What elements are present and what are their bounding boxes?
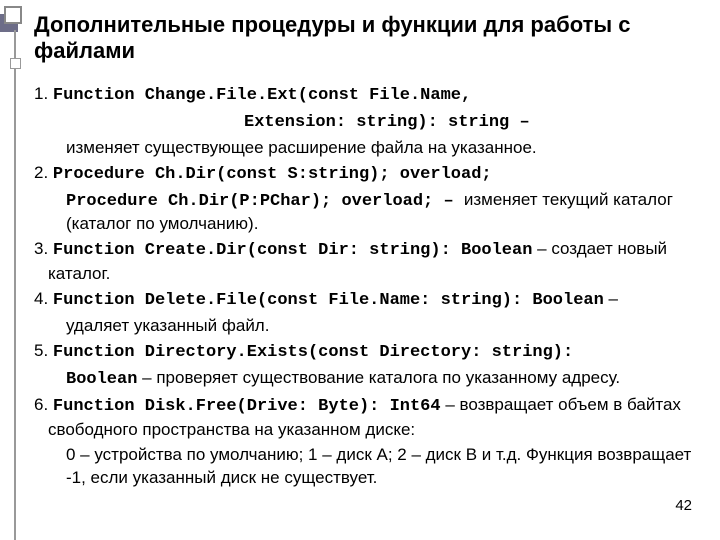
item-description: изменяет существующее расширение файла н… xyxy=(34,137,700,160)
dash: – xyxy=(433,192,464,211)
item-description: удаляет указанный файл. xyxy=(34,315,700,338)
list-item: Extension: string): string – xyxy=(34,110,700,135)
slide-title: Дополнительные процедуры и функции для р… xyxy=(34,12,700,65)
code-signature: Extension: string): string xyxy=(244,113,509,132)
item-number: 3. xyxy=(34,239,48,258)
list-item: 1. Function Change.File.Ext(const File.N… xyxy=(34,83,700,108)
item-description: 0 – устройства по умолчанию; 1 – диск А;… xyxy=(34,444,700,490)
dash: – xyxy=(509,113,529,132)
slide-content: Дополнительные процедуры и функции для р… xyxy=(0,0,720,502)
dash: – xyxy=(532,239,551,258)
page-number: 42 xyxy=(675,496,692,516)
list-item: 6. Function Disk.Free(Drive: Byte): Int6… xyxy=(34,394,700,442)
list-item: 4. Function Delete.File(const File.Name:… xyxy=(34,288,700,313)
list-item: 3. Function Create.Dir(const Dir: string… xyxy=(34,238,700,286)
dash: – xyxy=(604,289,618,308)
item-number: 6. xyxy=(34,395,48,414)
item-number: 1. xyxy=(34,84,48,103)
list-item: 5. Function Directory.Exists(const Direc… xyxy=(34,340,700,365)
list-item: Procedure Ch.Dir(P:PChar); overload; – и… xyxy=(34,189,700,237)
item-number: 2. xyxy=(34,163,48,182)
code-signature: Procedure Ch.Dir(const S:string); overlo… xyxy=(53,165,492,184)
code-signature: Function Change.File.Ext(const File.Name… xyxy=(53,86,471,105)
list-item: 2. Procedure Ch.Dir(const S:string); ove… xyxy=(34,162,700,187)
code-signature: Function Directory.Exists(const Director… xyxy=(53,343,573,362)
item-description: проверяет существование каталога по указ… xyxy=(156,368,620,387)
code-signature: Function Delete.File(const File.Name: st… xyxy=(53,291,604,310)
code-signature: Boolean xyxy=(66,370,137,389)
dash: – xyxy=(137,368,156,387)
code-signature: Procedure Ch.Dir(P:PChar); overload; xyxy=(66,192,433,211)
code-signature: Function Disk.Free(Drive: Byte): Int64 xyxy=(53,397,441,416)
item-number: 5. xyxy=(34,341,48,360)
code-signature: Function Create.Dir(const Dir: string): … xyxy=(53,241,532,260)
list-item: Boolean – проверяет существование катало… xyxy=(34,367,700,392)
dash: – xyxy=(441,395,460,414)
slide-decoration xyxy=(0,0,28,540)
item-number: 4. xyxy=(34,289,48,308)
